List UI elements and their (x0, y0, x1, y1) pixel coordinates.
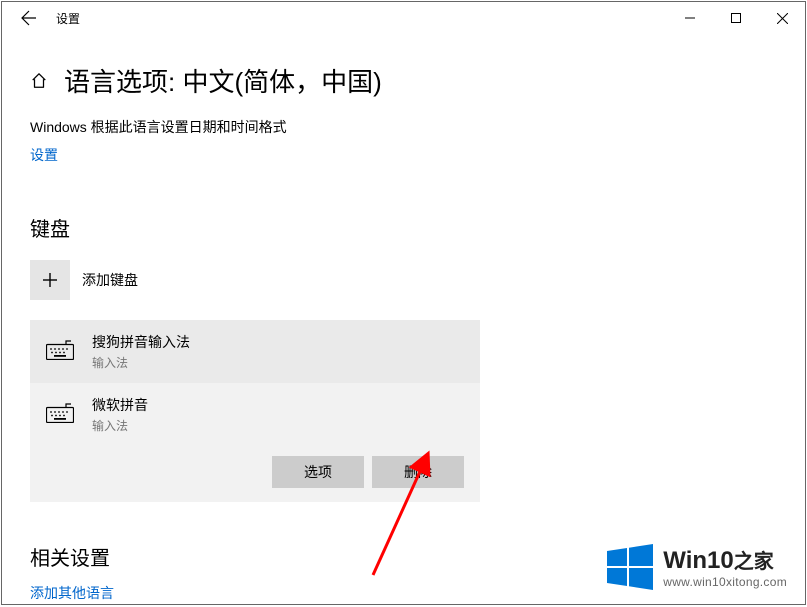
close-icon (777, 13, 788, 24)
add-other-language-link[interactable]: 添加其他语言 (30, 585, 114, 601)
maximize-icon (731, 13, 741, 23)
keyboard-item-microsoft-pinyin[interactable]: 微软拼音 输入法 (30, 383, 480, 446)
keyboard-subtitle: 输入法 (92, 417, 148, 434)
back-arrow-icon (21, 10, 37, 26)
back-button[interactable] (8, 2, 50, 34)
add-keyboard-button[interactable]: 添加键盘 (30, 260, 777, 300)
titlebar: 设置 (2, 2, 805, 34)
page-title: 语言选项: 中文(简体，中国) (64, 62, 382, 99)
keyboard-heading: 键盘 (30, 213, 777, 242)
settings-link[interactable]: 设置 (30, 147, 58, 163)
datetime-format-info: Windows 根据此语言设置日期和时间格式 (30, 117, 777, 137)
options-button[interactable]: 选项 (272, 456, 364, 488)
keyboard-name: 搜狗拼音输入法 (92, 332, 190, 352)
watermark: Win10之家 www.win10xitong.com (607, 544, 787, 590)
keyboard-icon (46, 403, 74, 426)
keyboard-icon (46, 340, 74, 363)
home-icon[interactable] (30, 72, 48, 90)
minimize-button[interactable] (667, 2, 713, 34)
keyboard-item-actions: 选项 删除 (30, 446, 480, 502)
watermark-url: www.win10xitong.com (663, 575, 787, 589)
watermark-title: Win10 (663, 547, 733, 574)
windows-logo-icon (607, 544, 653, 590)
keyboard-item-sogou[interactable]: 搜狗拼音输入法 输入法 (30, 320, 480, 383)
keyboard-name: 微软拼音 (92, 395, 148, 415)
delete-button[interactable]: 删除 (372, 456, 464, 488)
add-keyboard-label: 添加键盘 (82, 270, 138, 290)
maximize-button[interactable] (713, 2, 759, 34)
minimize-icon (685, 13, 695, 23)
plus-icon (30, 260, 70, 300)
close-button[interactable] (759, 2, 805, 34)
window-title: 设置 (56, 10, 80, 27)
watermark-suffix: 之家 (734, 551, 774, 573)
keyboard-subtitle: 输入法 (92, 354, 190, 371)
